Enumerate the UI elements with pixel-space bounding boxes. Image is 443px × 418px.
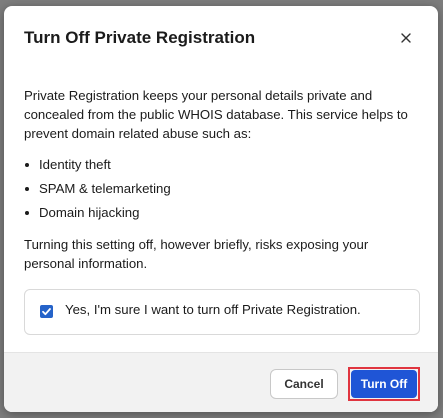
bullet-icon: [25, 163, 29, 167]
close-button[interactable]: [396, 28, 416, 48]
confirmation-box: Yes, I'm sure I want to turn off Private…: [24, 289, 420, 335]
list-item: Domain hijacking: [24, 203, 422, 222]
abuse-list: Identity theft SPAM & telemarketing Doma…: [24, 155, 422, 222]
list-item: SPAM & telemarketing: [24, 179, 422, 198]
intro-text: Private Registration keeps your personal…: [24, 88, 408, 141]
confirm-checkbox[interactable]: [40, 305, 53, 318]
dialog-body: Private Registration keeps your personal…: [24, 86, 422, 273]
list-item-label: Domain hijacking: [39, 205, 140, 220]
dialog-header: Turn Off Private Registration: [4, 6, 438, 72]
dialog-title: Turn Off Private Registration: [24, 28, 256, 47]
list-item-label: Identity theft: [39, 157, 111, 172]
cancel-button[interactable]: Cancel: [270, 369, 338, 399]
dialog-footer: Cancel Turn Off: [4, 352, 438, 412]
turn-off-private-registration-dialog: Turn Off Private Registration Private Re…: [4, 6, 438, 412]
turn-off-button[interactable]: Turn Off: [351, 370, 417, 398]
warning-text: Turning this setting off, however briefl…: [24, 237, 369, 271]
bullet-icon: [25, 187, 29, 191]
checkmark-icon: [40, 305, 53, 318]
bullet-icon: [25, 211, 29, 215]
list-item-label: SPAM & telemarketing: [39, 181, 171, 196]
close-icon: [396, 28, 416, 48]
list-item: Identity theft: [24, 155, 422, 174]
confirm-label[interactable]: Yes, I'm sure I want to turn off Private…: [65, 302, 361, 317]
